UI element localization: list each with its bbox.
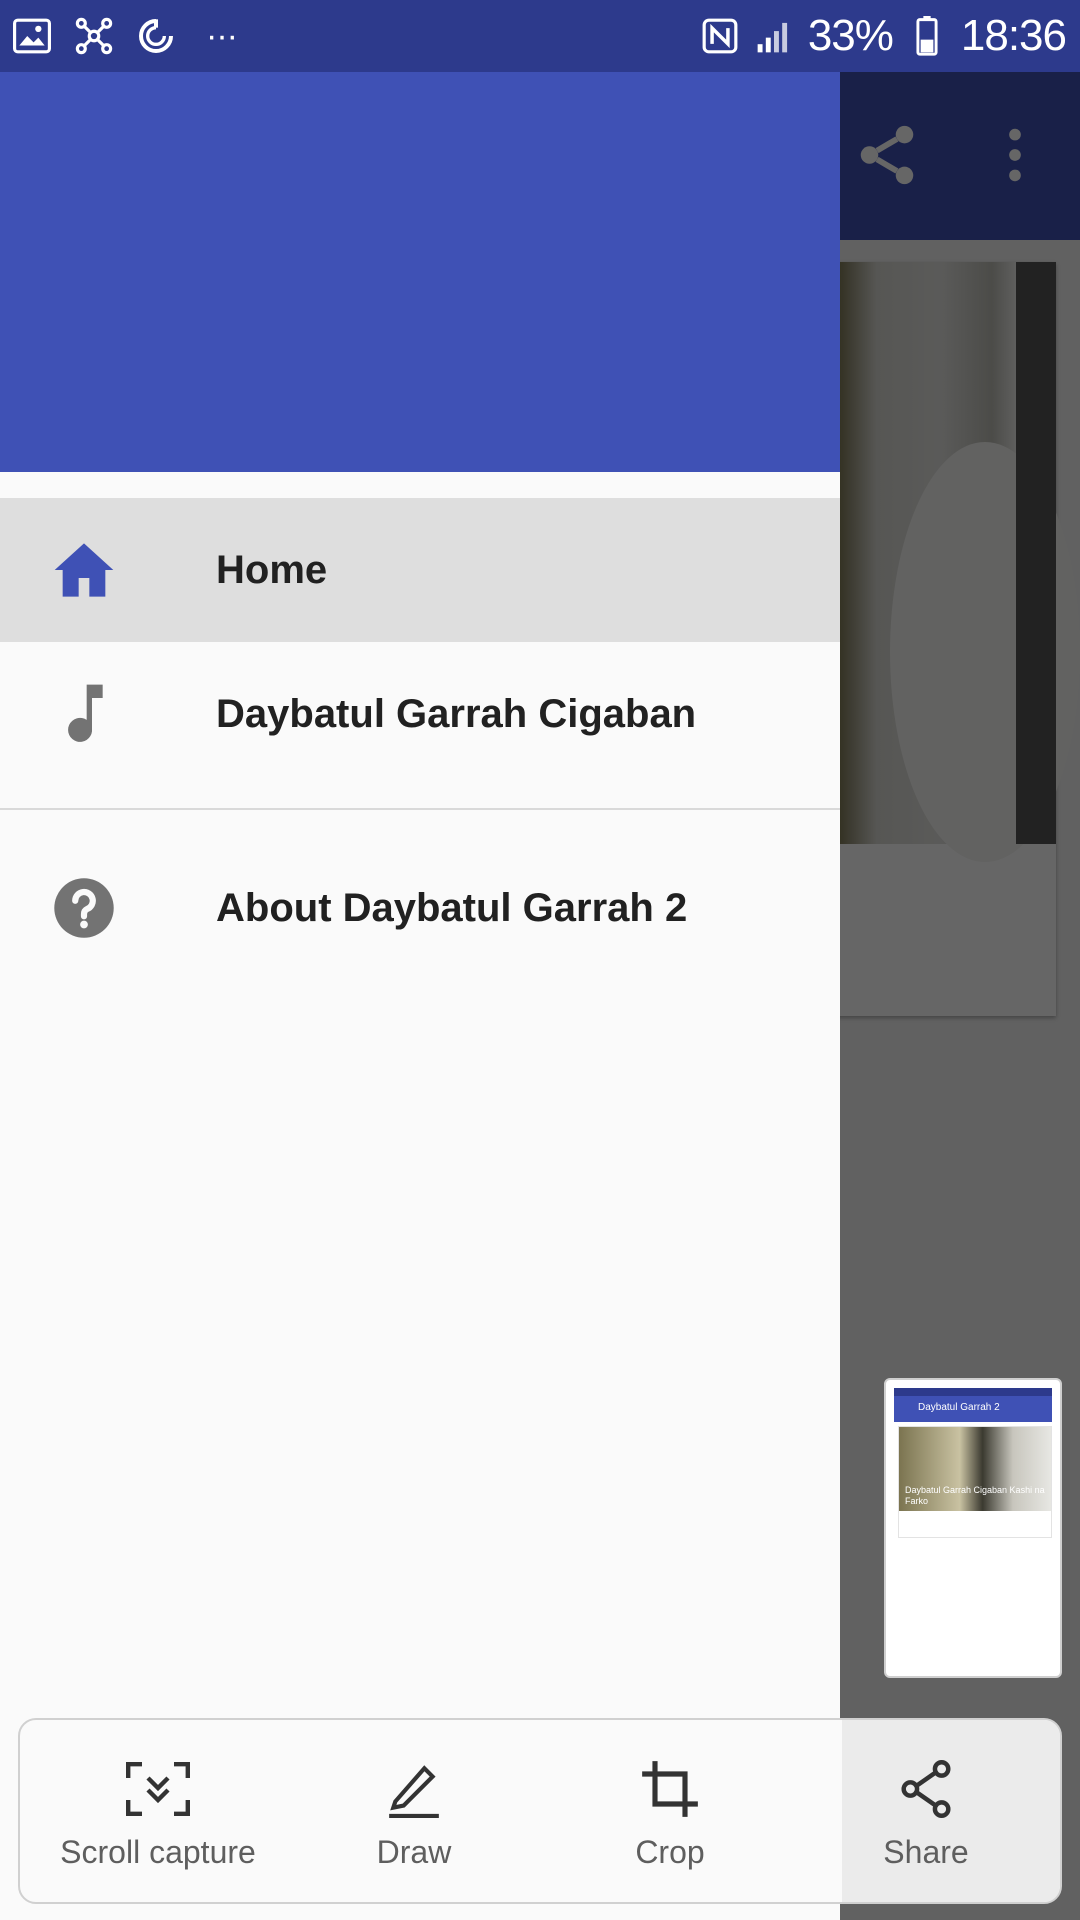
nfc-icon bbox=[700, 16, 740, 56]
thumbnail-toolbar: Daybatul Garrah 2 bbox=[894, 1396, 1052, 1422]
nav-item-about[interactable]: About Daybatul Garrah 2 bbox=[0, 836, 840, 980]
capture-toolbar: Scroll capture Draw Crop Share bbox=[18, 1718, 1062, 1904]
navigation-drawer: Home Daybatul Garrah Cigaban About Dayba… bbox=[0, 0, 840, 1920]
thumbnail-title: Daybatul Garrah 2 bbox=[918, 1402, 1000, 1413]
thumbnail-card-caption: Daybatul Garrah Cigaban Kashi na Farko bbox=[905, 1485, 1045, 1506]
sync-icon bbox=[136, 16, 176, 56]
more-notifications-indicator: ··· bbox=[206, 16, 238, 55]
pen-icon bbox=[381, 1758, 447, 1820]
scroll-capture-button[interactable]: Scroll capture bbox=[28, 1720, 288, 1902]
battery-icon bbox=[907, 16, 947, 56]
help-icon bbox=[52, 876, 116, 940]
nav-item-label: Daybatul Garrah Cigaban bbox=[216, 691, 697, 736]
status-bar: ··· 33% 18:36 bbox=[0, 0, 1080, 72]
signal-icon bbox=[754, 16, 794, 56]
thumbnail-status-bar bbox=[894, 1388, 1052, 1396]
battery-percent: 33% bbox=[807, 11, 894, 60]
nav-item-daybatul-garrah-cigaban[interactable]: Daybatul Garrah Cigaban bbox=[0, 642, 840, 786]
screenshot-thumbnail[interactable]: Daybatul Garrah 2 Daybatul Garrah Cigaba… bbox=[884, 1378, 1062, 1678]
draw-label: Draw bbox=[376, 1834, 452, 1870]
home-icon bbox=[52, 538, 116, 602]
clock: 18:36 bbox=[960, 11, 1067, 60]
share-button[interactable]: Share bbox=[796, 1720, 1056, 1902]
draw-button[interactable]: Draw bbox=[284, 1720, 544, 1902]
crop-button[interactable]: Crop bbox=[540, 1720, 800, 1902]
thumbnail-photo: Daybatul Garrah Cigaban Kashi na Farko bbox=[899, 1427, 1051, 1511]
connection-icon bbox=[74, 16, 114, 56]
nav-divider bbox=[0, 808, 840, 810]
crop-label: Crop bbox=[635, 1834, 705, 1870]
music-note-icon bbox=[52, 682, 116, 746]
scroll-capture-label: Scroll capture bbox=[60, 1834, 256, 1870]
crop-icon bbox=[637, 1758, 703, 1820]
scroll-capture-icon bbox=[125, 1758, 191, 1820]
nav-item-label: Home bbox=[216, 547, 328, 592]
share-icon bbox=[893, 1758, 959, 1820]
gallery-icon bbox=[12, 16, 52, 56]
nav-item-home[interactable]: Home bbox=[0, 498, 840, 642]
nav-item-label: About Daybatul Garrah 2 bbox=[216, 885, 688, 930]
thumbnail-card: Daybatul Garrah Cigaban Kashi na Farko bbox=[898, 1426, 1052, 1538]
share-label: Share bbox=[883, 1834, 969, 1870]
